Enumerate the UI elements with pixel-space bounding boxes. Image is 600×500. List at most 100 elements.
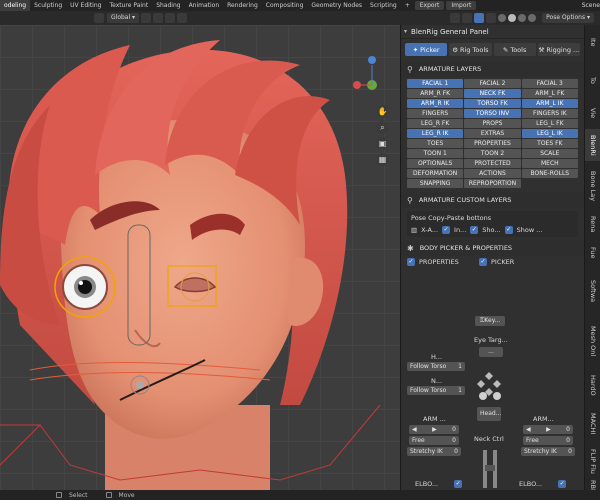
overlay-toggle-icon[interactable] — [474, 13, 485, 23]
layer-toggle-arm-l-ik[interactable]: ARM_L IK — [521, 99, 578, 108]
arm-left-dec-icon[interactable]: ◀ — [412, 425, 417, 434]
collapse-chevron-icon[interactable]: ▾ — [404, 28, 407, 35]
insert-checkbox[interactable]: ✓ — [442, 226, 451, 234]
3d-viewport[interactable]: ✋ ⌕ ▣ ▦ — [0, 25, 400, 490]
tab-picker[interactable]: ✦ Picker — [405, 43, 448, 56]
layer-toggle-reproportion[interactable]: REPROPORTION — [464, 179, 521, 188]
layer-toggle-bone-rolls[interactable]: BONE-ROLLS — [521, 169, 578, 178]
layer-toggle-leg-l-ik[interactable]: LEG_L IK — [521, 129, 578, 138]
stretchy-left-field[interactable]: Stretchy IK 0 — [407, 447, 461, 456]
arm-left-stepper[interactable]: ◀ ▶ 0 — [409, 425, 459, 434]
layer-toggle-protected[interactable]: PROTECTED — [464, 159, 521, 168]
orientation-dropdown[interactable]: Global ▾ — [107, 13, 140, 23]
tab-texture-paint[interactable]: Texture Paint — [105, 0, 152, 11]
vtab-rbdl[interactable]: RBDL — [585, 480, 600, 490]
layer-toggle-optionals[interactable]: OPTIONALS — [407, 159, 464, 168]
arm-right-dec-icon[interactable]: ◀ — [526, 425, 531, 434]
rendered-shading-icon[interactable] — [528, 14, 537, 22]
snap-target-icon[interactable] — [165, 13, 176, 23]
layer-toggle-torso-inv[interactable]: TORSO INV — [464, 109, 521, 118]
show-checkbox[interactable]: ✓ — [470, 226, 479, 234]
layer-toggle-props[interactable]: PROPS — [464, 119, 521, 128]
wireframe-shading-icon[interactable] — [498, 14, 507, 22]
tab-animation[interactable]: Animation — [185, 0, 224, 11]
key-button[interactable]: ⚿Key... — [475, 316, 505, 326]
follow-torso-field-1[interactable]: Follow Torso 1 — [407, 362, 465, 371]
layer-toggle-scale[interactable]: SCALE — [521, 149, 578, 158]
snap-icon[interactable] — [153, 13, 164, 23]
vtab-rena[interactable]: Rena — [585, 211, 600, 237]
tab-rig-tools[interactable]: ⚙ Rig Tools — [449, 43, 492, 56]
eye-target-button[interactable]: ... — [479, 347, 503, 357]
vtab-ite[interactable]: Ite — [585, 27, 600, 57]
copy-paste-xaxis[interactable]: X-A... — [421, 226, 438, 234]
layer-toggle-toes[interactable]: TOES — [407, 139, 464, 148]
material-shading-icon[interactable] — [518, 14, 527, 22]
vtab-blenri[interactable]: BlenRi — [585, 129, 600, 161]
elbow-left-checkbox[interactable]: ✓ — [454, 480, 463, 488]
layer-toggle-arm-r-fk[interactable]: ARM_R FK — [407, 89, 464, 98]
layer-toggle-arm-r-ik[interactable]: ARM_R IK — [407, 99, 464, 108]
tab-modeling[interactable]: odeling — [0, 0, 31, 11]
zoom-icon[interactable]: ⌕ — [376, 121, 389, 134]
vtab-to[interactable]: To — [585, 65, 600, 95]
layer-toggle-fingers[interactable]: FINGERS — [407, 109, 464, 118]
vtab-flip-flu[interactable]: FLIP Flu — [585, 445, 600, 477]
tab-compositing[interactable]: Compositing — [262, 0, 308, 11]
tab-uv-editing[interactable]: UV Editing — [66, 0, 105, 11]
tab-scripting[interactable]: Scripting — [366, 0, 401, 11]
layer-toggle-mech[interactable]: MECH — [521, 159, 578, 168]
layer-toggle-facial-2[interactable]: FACIAL 2 — [464, 79, 521, 88]
armature-layers-header[interactable]: ⚲ ARMATURE LAYERS — [401, 61, 584, 77]
vtab-fue[interactable]: Fue — [585, 241, 600, 265]
pivot-icon[interactable] — [141, 13, 152, 23]
transform-orientation-icon[interactable] — [94, 13, 104, 23]
layer-toggle-toon-2[interactable]: TOON 2 — [464, 149, 521, 158]
head-ctrl-button[interactable]: Head... — [477, 407, 501, 421]
scene-selector[interactable]: Scene — [576, 2, 600, 9]
tab-shading[interactable]: Shading — [152, 0, 184, 11]
layer-toggle-toon-1[interactable]: TOON 1 — [407, 149, 464, 158]
export-button[interactable]: Export — [414, 1, 445, 10]
layer-toggle-fingers-ik[interactable]: FINGERS IK — [521, 109, 578, 118]
layer-toggle-leg-r-fk[interactable]: LEG_R FK — [407, 119, 464, 128]
tab-tools[interactable]: ✎ Tools — [493, 43, 536, 56]
elbow-right-checkbox[interactable]: ✓ — [558, 480, 567, 488]
properties-checkbox[interactable]: ✓ — [407, 258, 415, 266]
panel-header[interactable]: ▾ BlenRig General Panel — [401, 25, 584, 39]
show-all-checkbox[interactable]: ✓ — [504, 226, 513, 234]
visibility-icon[interactable] — [450, 13, 461, 23]
pose-options-dropdown[interactable]: Pose Options ▾ — [542, 13, 594, 23]
layer-toggle-facial-1[interactable]: FACIAL 1 — [407, 79, 464, 88]
arm-right-inc-icon[interactable]: ▶ — [546, 425, 551, 434]
import-button[interactable]: Import — [446, 1, 477, 10]
arm-left-inc-icon[interactable]: ▶ — [432, 425, 437, 434]
vtab-mesh-onl[interactable]: Mesh Onl — [585, 319, 600, 363]
layer-toggle-properties[interactable]: PROPERTIES — [464, 139, 521, 148]
bone-picker-diagram[interactable] — [471, 370, 511, 490]
layer-toggle-leg-l-fk[interactable]: LEG_L FK — [521, 119, 578, 128]
layer-toggle-facial-3[interactable]: FACIAL 3 — [521, 79, 578, 88]
tab-rendering[interactable]: Rendering — [223, 0, 262, 11]
layer-toggle-arm-l-fk[interactable]: ARM_L FK — [521, 89, 578, 98]
vtab-bone-lay[interactable]: Bone Lay — [585, 165, 600, 207]
camera-view-icon[interactable]: ▣ — [376, 137, 389, 150]
gizmo-toggle-icon[interactable] — [462, 13, 473, 23]
vtab-vie[interactable]: Vie — [585, 101, 600, 125]
stretchy-right-field[interactable]: Stretchy IK 0 — [521, 447, 575, 456]
layer-toggle-leg-r-ik[interactable]: LEG_R IK — [407, 129, 464, 138]
body-picker-header[interactable]: ✱ BODY PICKER & PROPERTIES — [401, 240, 584, 256]
layer-toggle-neck-fk[interactable]: NECK FK — [464, 89, 521, 98]
custom-layers-header[interactable]: ⚲ ARMATURE CUSTOM LAYERS — [401, 192, 584, 208]
free-left-field[interactable]: Free 0 — [409, 436, 459, 445]
follow-torso-field-2[interactable]: Follow Torso 1 — [407, 386, 465, 395]
free-right-field[interactable]: Free 0 — [523, 436, 573, 445]
pan-hand-icon[interactable]: ✋ — [376, 105, 389, 118]
perspective-grid-icon[interactable]: ▦ — [376, 153, 389, 166]
xray-icon[interactable] — [486, 13, 497, 23]
picker-checkbox[interactable]: ✓ — [479, 258, 487, 266]
layer-toggle-actions[interactable]: ACTIONS — [464, 169, 521, 178]
vtab-hardo[interactable]: HardO — [585, 369, 600, 401]
proportional-edit-icon[interactable] — [177, 13, 188, 23]
solid-shading-icon[interactable] — [508, 14, 517, 22]
